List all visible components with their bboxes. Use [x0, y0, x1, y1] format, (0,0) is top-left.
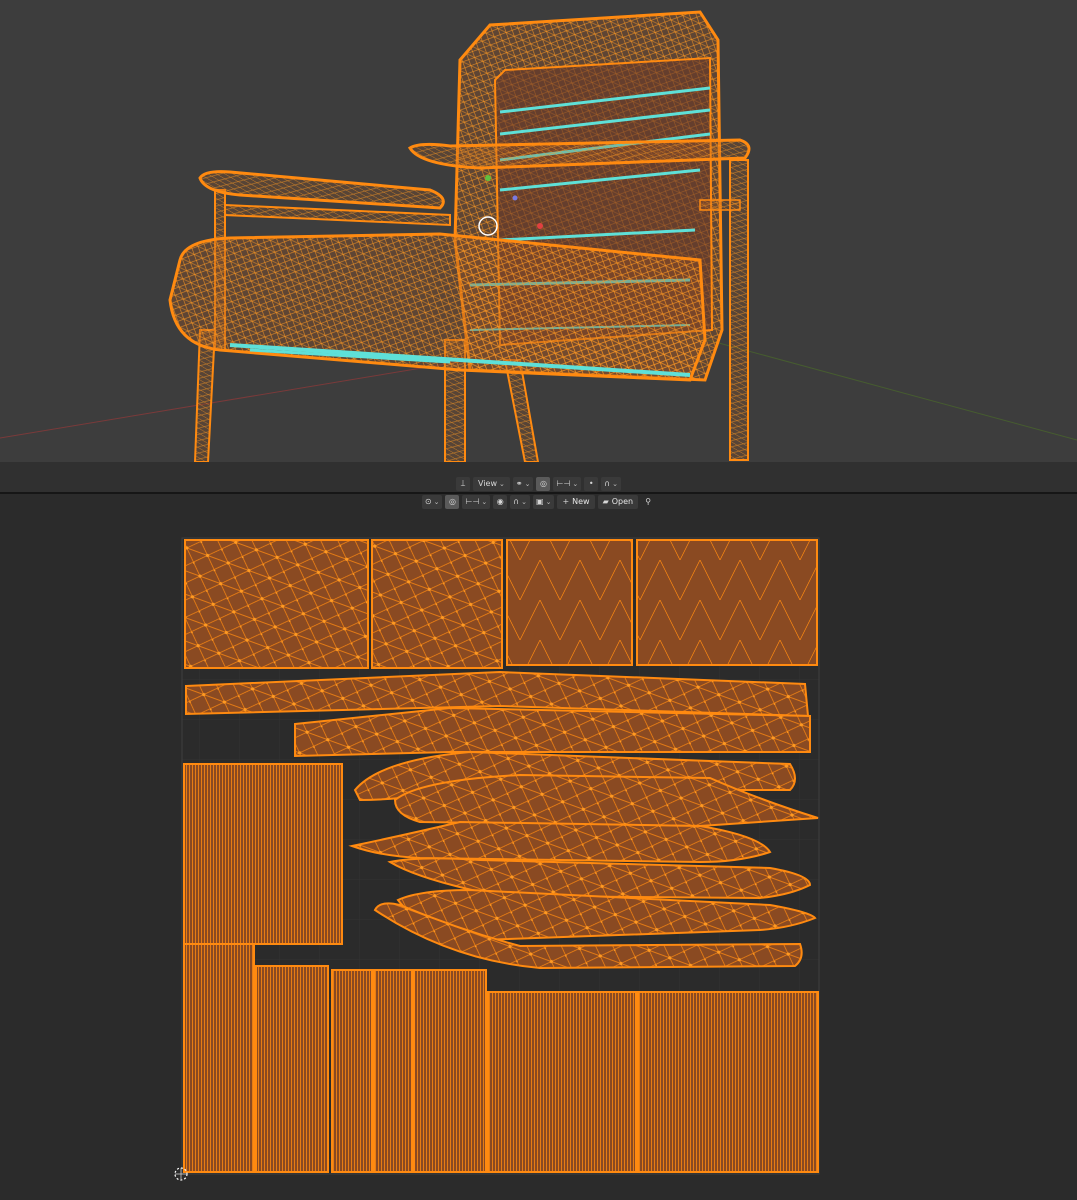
- pin-glyph: ⚲: [645, 497, 652, 506]
- proportional-glyph: •: [588, 479, 594, 488]
- snap-increment-icon[interactable]: ⊢⊣ ⌄: [553, 477, 582, 491]
- snap-icon[interactable]: ◎: [536, 477, 551, 491]
- new-image-button[interactable]: + New: [557, 495, 595, 509]
- falloff-glyph: ∩: [604, 479, 611, 488]
- gizmo-x-icon: [537, 223, 543, 229]
- transform-orientation-icon[interactable]: ⟘: [456, 477, 470, 491]
- snap-glyph: ◎: [539, 479, 547, 488]
- pivot-glyph: ⚭: [515, 479, 523, 488]
- snap-icon[interactable]: ◎: [445, 495, 460, 509]
- 3d-viewport[interactable]: [0, 0, 1077, 462]
- plus-icon: +: [562, 497, 570, 506]
- 2d-cursor[interactable]: [174, 1167, 188, 1181]
- snap-increment-glyph: ⊢⊣: [465, 497, 480, 506]
- gizmo-y-icon: [485, 175, 491, 181]
- image-icon[interactable]: ▣ ⌄: [533, 495, 555, 509]
- snap-glyph: ◎: [448, 497, 456, 506]
- chevron-down-icon: ⌄: [481, 498, 488, 506]
- uv-islands[interactable]: [183, 539, 819, 1173]
- open-image-label: Open: [611, 497, 634, 506]
- chevron-down-icon: ⌄: [498, 480, 505, 488]
- uv-editor[interactable]: [0, 510, 1077, 1200]
- proportional-editing-icon[interactable]: ◉: [493, 495, 508, 509]
- falloff-glyph: ∩: [513, 497, 520, 506]
- chevron-down-icon: ⌄: [572, 480, 579, 488]
- chair-mesh[interactable]: [168, 10, 751, 462]
- transform-orientation-glyph: ⟘: [460, 479, 466, 488]
- snap-increment-glyph: ⊢⊣: [556, 479, 571, 488]
- falloff-icon[interactable]: ∩ ⌄: [601, 477, 621, 491]
- chevron-down-icon: ⌄: [521, 498, 527, 506]
- folder-icon: ▰: [602, 497, 609, 506]
- snap-increment-icon[interactable]: ⊢⊣ ⌄: [462, 495, 491, 509]
- chevron-down-icon: ⌄: [524, 480, 531, 488]
- uv-editor-header: ⊙ ⌄ ◎ ⊢⊣ ⌄ ◉ ∩ ⌄ ▣ ⌄ + New ▰ Open ⚲: [0, 494, 1077, 510]
- chevron-down-icon: ⌄: [433, 498, 440, 506]
- view-dropdown-label: View: [478, 479, 497, 488]
- blender-window: ⟘ View ⌄ ⚭ ⌄ ◎ ⊢⊣ ⌄ • ∩ ⌄ ⊙ ⌄ ◎ ⊢⊣ ⌄ ◉ ∩…: [0, 0, 1077, 1200]
- viewport-canvas[interactable]: [0, 0, 1077, 462]
- falloff-icon[interactable]: ∩ ⌄: [510, 495, 530, 509]
- uv-canvas[interactable]: [0, 510, 1077, 1200]
- proportional-glyph: ◉: [496, 497, 504, 506]
- pivot-icon[interactable]: ⚭ ⌄: [512, 477, 534, 491]
- chevron-down-icon: ⌄: [545, 498, 552, 506]
- pivot-glyph: ⊙: [424, 497, 432, 506]
- pivot-icon[interactable]: ⊙ ⌄: [421, 495, 443, 509]
- gizmo-z-icon: [512, 195, 518, 201]
- proportional-editing-icon[interactable]: •: [584, 477, 599, 491]
- x-axis-line: [0, 359, 471, 439]
- pin-icon[interactable]: ⚲: [641, 495, 655, 509]
- image-glyph: ▣: [536, 497, 544, 506]
- open-image-button[interactable]: ▰ Open: [597, 495, 639, 509]
- viewport-header: ⟘ View ⌄ ⚭ ⌄ ◎ ⊢⊣ ⌄ • ∩ ⌄: [0, 476, 1077, 492]
- view-dropdown[interactable]: View ⌄: [473, 477, 510, 491]
- chevron-down-icon: ⌄: [612, 480, 618, 488]
- new-image-label: New: [572, 497, 590, 506]
